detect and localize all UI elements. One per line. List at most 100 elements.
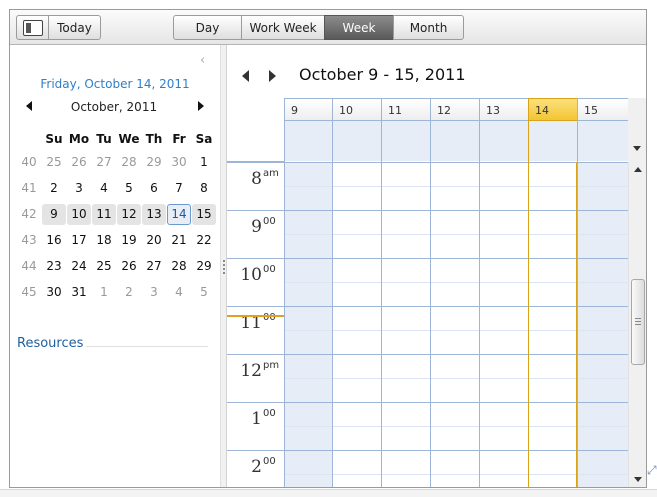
view-day-button[interactable]: Day (173, 15, 242, 40)
resources-heading[interactable]: Resources (17, 336, 83, 351)
calendar-day[interactable]: 2 (117, 282, 141, 303)
calendar-day[interactable]: 1 (92, 282, 116, 303)
hour-line (431, 402, 479, 403)
day-header-10[interactable]: 10 (332, 98, 381, 162)
calendar-day[interactable]: 3 (67, 178, 91, 199)
calendar-day[interactable]: 29 (142, 152, 166, 173)
day-header-number[interactable]: 14 (529, 98, 577, 121)
vertical-scrollbar[interactable] (628, 162, 646, 487)
calendar-day[interactable]: 27 (92, 152, 116, 173)
day-column-15[interactable] (577, 162, 628, 487)
pane-splitter[interactable] (220, 45, 227, 487)
scroll-down-icon[interactable] (634, 477, 642, 482)
calendar-day[interactable]: 26 (67, 152, 91, 173)
calendar-day[interactable]: 5 (117, 178, 141, 199)
calendar-day[interactable]: 26 (117, 256, 141, 277)
calendar-day[interactable]: 13 (142, 203, 166, 225)
view-work-week-button[interactable]: Work Week (241, 15, 325, 40)
day-column-12[interactable] (430, 162, 479, 487)
calendar-day[interactable]: 22 (192, 230, 216, 251)
day-column-9[interactable] (284, 162, 332, 487)
calendar-day[interactable]: 16 (42, 230, 66, 251)
calendar-day[interactable]: 25 (92, 256, 116, 277)
calendar-day[interactable]: 7 (167, 178, 191, 199)
header-scroll-down-icon[interactable] (633, 146, 641, 151)
all-day-slot[interactable] (529, 121, 577, 161)
calendar-day[interactable]: 8 (192, 178, 216, 199)
day-header-number[interactable]: 9 (285, 98, 332, 121)
day-column-10[interactable] (332, 162, 381, 487)
view-month-button[interactable]: Month (393, 15, 464, 40)
calendar-day[interactable]: 19 (117, 230, 141, 251)
calendar-day[interactable]: 28 (117, 152, 141, 173)
toggle-sidebar-button[interactable] (16, 15, 49, 40)
calendar-day[interactable]: 4 (167, 282, 191, 303)
half-hour-line (431, 234, 479, 235)
calendar-day[interactable]: 18 (92, 230, 116, 251)
scroll-thumb[interactable] (631, 279, 645, 365)
calendar-day[interactable]: 30 (167, 152, 191, 173)
all-day-slot[interactable] (578, 121, 628, 161)
day-column-14[interactable] (528, 162, 577, 487)
calendar-day[interactable]: 1 (192, 152, 216, 173)
prev-range-icon[interactable] (242, 70, 249, 82)
calendar-day[interactable]: 28 (167, 256, 191, 277)
day-header-number[interactable]: 12 (431, 98, 479, 121)
half-hour-line (431, 474, 479, 475)
day-header-12[interactable]: 12 (430, 98, 479, 162)
hour-line (480, 354, 528, 355)
header-scrollbar[interactable] (628, 98, 646, 162)
all-day-slot[interactable] (431, 121, 479, 161)
calendar-day[interactable]: 17 (67, 230, 91, 251)
calendar-day[interactable]: 27 (142, 256, 166, 277)
day-header-13[interactable]: 13 (479, 98, 528, 162)
hour-line (480, 258, 528, 259)
day-header-14[interactable]: 14 (528, 98, 577, 162)
calendar-day[interactable]: 15 (192, 203, 216, 225)
calendar-day[interactable]: 20 (142, 230, 166, 251)
day-header-number[interactable]: 15 (578, 98, 628, 121)
day-header-9[interactable]: 9 (284, 98, 332, 162)
today-button[interactable]: Today (48, 15, 101, 40)
day-header-number[interactable]: 10 (333, 98, 381, 121)
selected-date-label[interactable]: Friday, October 14, 2011 (10, 77, 220, 91)
calendar-day[interactable]: 6 (142, 178, 166, 199)
day-column-11[interactable] (381, 162, 430, 487)
day-header-number[interactable]: 11 (382, 98, 430, 121)
all-day-slot[interactable] (480, 121, 528, 161)
all-day-slot[interactable] (333, 121, 381, 161)
scroll-up-icon[interactable] (634, 167, 642, 172)
hour-line (333, 258, 381, 259)
calendar-day[interactable]: 24 (67, 256, 91, 277)
mini-calendar-month[interactable]: October, 2011 (10, 100, 218, 114)
calendar-day[interactable]: 29 (192, 256, 216, 277)
calendar-day[interactable]: 12 (117, 203, 141, 225)
all-day-slot[interactable] (382, 121, 430, 161)
day-header-11[interactable]: 11 (381, 98, 430, 162)
next-range-icon[interactable] (269, 70, 276, 82)
collapse-left-pane-icon[interactable]: ‹ (200, 53, 205, 68)
next-month-icon[interactable] (198, 101, 204, 111)
calendar-day[interactable]: 25 (42, 152, 66, 173)
calendar-day-selected[interactable]: 14 (167, 203, 191, 225)
calendar-day[interactable]: 11 (92, 203, 116, 225)
hour-line (480, 162, 528, 163)
calendar-day[interactable]: 10 (67, 203, 91, 225)
all-day-slot[interactable] (285, 121, 332, 161)
calendar-day[interactable]: 4 (92, 178, 116, 199)
calendar-day[interactable]: 23 (42, 256, 66, 277)
view-week-button[interactable]: Week (324, 15, 394, 40)
calendar-day[interactable]: 9 (42, 203, 66, 225)
calendar-day[interactable]: 31 (67, 282, 91, 303)
resize-grip-icon[interactable]: ⤢ (647, 463, 657, 478)
calendar-day[interactable]: 30 (42, 282, 66, 303)
calendar-day[interactable]: 3 (142, 282, 166, 303)
calendar-day[interactable]: 21 (167, 230, 191, 251)
calendar-day[interactable]: 2 (42, 178, 66, 199)
hour-line (382, 210, 430, 211)
day-header-15[interactable]: 15 (577, 98, 628, 162)
hour-suffix: 00 (263, 312, 276, 323)
day-column-13[interactable] (479, 162, 528, 487)
calendar-day[interactable]: 5 (192, 282, 216, 303)
day-header-number[interactable]: 13 (480, 98, 528, 121)
